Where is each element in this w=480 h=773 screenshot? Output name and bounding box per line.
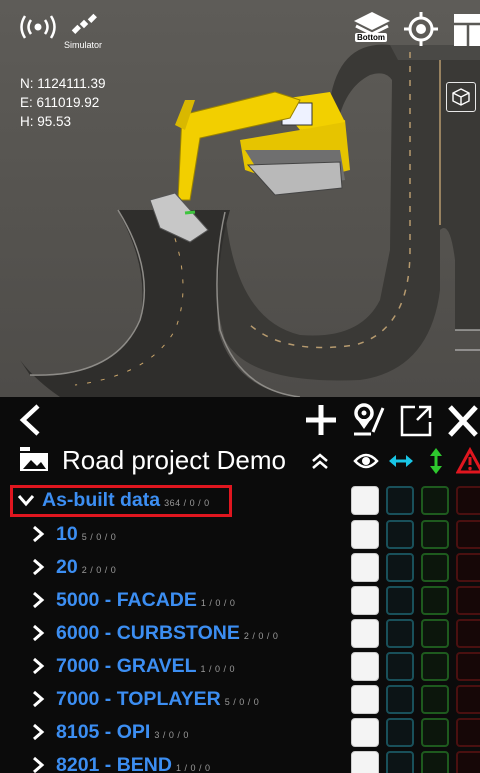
list-item[interactable]: 20 2 / 0 / 0 xyxy=(0,550,480,584)
list-item-count: 5 / 0 / 0 xyxy=(224,697,260,707)
map-viewport[interactable]: Simulator Bottom N: 1124111.39 E: 611019… xyxy=(0,0,480,397)
warning-checkbox[interactable] xyxy=(456,751,480,773)
tree-root[interactable]: As-built data 364 / 0 / 0 xyxy=(0,483,480,517)
visibility-checkbox[interactable] xyxy=(351,520,379,549)
signal-icon[interactable] xyxy=(18,12,58,42)
project-header: Road project Demo xyxy=(0,441,480,481)
chevron-left-icon[interactable] xyxy=(12,400,48,440)
visibility-checkbox[interactable] xyxy=(351,751,379,773)
warning-checkbox[interactable] xyxy=(456,685,480,714)
visibility-checkbox[interactable] xyxy=(351,553,379,582)
list-item[interactable]: 7000 - GRAVEL 1 / 0 / 0 xyxy=(0,649,480,683)
simulator-label: Simulator xyxy=(64,40,103,50)
horizontal-checkbox[interactable] xyxy=(386,619,414,648)
height: H: 95.53 xyxy=(20,114,72,129)
vertical-checkbox[interactable] xyxy=(421,718,449,747)
image-icon xyxy=(18,445,50,473)
horizontal-checkbox[interactable] xyxy=(386,652,414,681)
double-chevron-up-icon[interactable] xyxy=(308,449,332,473)
warning-checkbox[interactable] xyxy=(456,718,480,747)
layers-panel: Road project Demo As-built data 364 / 0 /… xyxy=(0,397,480,773)
layer-label: Bottom xyxy=(355,33,387,42)
list-item-count: 2 / 0 / 0 xyxy=(243,631,279,641)
warning-checkbox[interactable] xyxy=(456,619,480,648)
horizontal-checkbox[interactable] xyxy=(386,751,414,773)
list-item[interactable]: 6000 - CURBSTONE 2 / 0 / 0 xyxy=(0,616,480,650)
list-item-count: 1 / 0 / 0 xyxy=(175,763,211,773)
horizontal-checkbox[interactable] xyxy=(386,586,414,615)
list-item[interactable]: 8201 - BEND 1 / 0 / 0 xyxy=(0,748,480,773)
northing: N: 1124111.39 xyxy=(20,76,106,91)
list-item[interactable]: 5000 - FACADE 1 / 0 / 0 xyxy=(0,583,480,617)
warning-checkbox[interactable] xyxy=(456,520,480,549)
list-item-label: 8105 - OPI 3 / 0 / 0 xyxy=(56,721,189,743)
horizontal-checkbox[interactable] xyxy=(386,553,414,582)
cube-icon[interactable] xyxy=(446,82,476,112)
list-item-label: 7000 - GRAVEL 1 / 0 / 0 xyxy=(56,655,236,677)
tree-root-count: 364 / 0 / 0 xyxy=(164,498,210,508)
warning-icon[interactable] xyxy=(456,447,480,475)
visibility-checkbox[interactable] xyxy=(351,486,379,515)
visibility-checkbox[interactable] xyxy=(351,619,379,648)
vertical-checkbox[interactable] xyxy=(421,751,449,773)
list-item-label: 10 5 / 0 / 0 xyxy=(56,523,117,545)
satellite-icon[interactable] xyxy=(70,10,98,38)
draw-icon[interactable] xyxy=(350,401,388,439)
horizontal-checkbox[interactable] xyxy=(386,718,414,747)
horizontal-checkbox[interactable] xyxy=(386,685,414,714)
warning-checkbox[interactable] xyxy=(456,652,480,681)
plus-icon[interactable] xyxy=(302,401,340,439)
vertical-checkbox[interactable] xyxy=(421,486,449,515)
chevron-right-icon[interactable] xyxy=(28,555,48,579)
3d-scene[interactable] xyxy=(0,0,480,397)
list-item[interactable]: 8105 - OPI 3 / 0 / 0 xyxy=(0,715,480,749)
export-icon[interactable] xyxy=(396,401,436,441)
close-icon[interactable] xyxy=(446,401,480,441)
vertical-checkbox[interactable] xyxy=(421,520,449,549)
vertical-arrows-icon[interactable] xyxy=(422,447,450,475)
chevron-down-icon[interactable] xyxy=(16,488,36,512)
visibility-checkbox[interactable] xyxy=(351,718,379,747)
visibility-checkbox[interactable] xyxy=(351,652,379,681)
list-item-count: 1 / 0 / 0 xyxy=(200,598,236,608)
list-item-count: 5 / 0 / 0 xyxy=(81,532,117,542)
chevron-right-icon[interactable] xyxy=(28,753,48,773)
list-item-label: 8201 - BEND 1 / 0 / 0 xyxy=(56,754,211,773)
vertical-checkbox[interactable] xyxy=(421,619,449,648)
chevron-right-icon[interactable] xyxy=(28,654,48,678)
grid-icon[interactable] xyxy=(452,12,480,48)
list-item-label: 6000 - CURBSTONE 2 / 0 / 0 xyxy=(56,622,279,644)
chevron-right-icon[interactable] xyxy=(28,522,48,546)
project-title: Road project Demo xyxy=(62,445,286,475)
list-item-count: 3 / 0 / 0 xyxy=(154,730,189,740)
list-item-label: 5000 - FACADE 1 / 0 / 0 xyxy=(56,589,236,611)
chevron-right-icon[interactable] xyxy=(28,720,48,744)
list-item-label: 20 2 / 0 / 0 xyxy=(56,556,117,578)
warning-checkbox[interactable] xyxy=(456,486,480,515)
warning-checkbox[interactable] xyxy=(456,553,480,582)
tree-root-label: As-built data 364 / 0 / 0 xyxy=(42,489,210,511)
list-item-label: 7000 - TOPLAYER 5 / 0 / 0 xyxy=(56,688,260,710)
list-item[interactable]: 10 5 / 0 / 0 xyxy=(0,517,480,551)
chevron-right-icon[interactable] xyxy=(28,687,48,711)
vertical-checkbox[interactable] xyxy=(421,553,449,582)
horizontal-checkbox[interactable] xyxy=(386,520,414,549)
horizontal-checkbox[interactable] xyxy=(386,486,414,515)
coordinates-readout: N: 1124111.39 E: 611019.92 H: 95.53 xyxy=(20,74,106,131)
horizontal-arrows-icon[interactable] xyxy=(387,447,415,475)
visibility-checkbox[interactable] xyxy=(351,586,379,615)
warning-checkbox[interactable] xyxy=(456,586,480,615)
vertical-checkbox[interactable] xyxy=(421,586,449,615)
list-item[interactable]: 7000 - TOPLAYER 5 / 0 / 0 xyxy=(0,682,480,716)
easting: E: 611019.92 xyxy=(20,95,100,110)
vertical-checkbox[interactable] xyxy=(421,652,449,681)
list-item-count: 2 / 0 / 0 xyxy=(81,565,117,575)
vertical-checkbox[interactable] xyxy=(421,685,449,714)
visibility-checkbox[interactable] xyxy=(351,685,379,714)
list-item-count: 1 / 0 / 0 xyxy=(200,664,236,674)
chevron-right-icon[interactable] xyxy=(28,621,48,645)
target-icon[interactable] xyxy=(404,12,438,46)
chevron-right-icon[interactable] xyxy=(28,588,48,612)
eye-icon[interactable] xyxy=(352,447,380,475)
